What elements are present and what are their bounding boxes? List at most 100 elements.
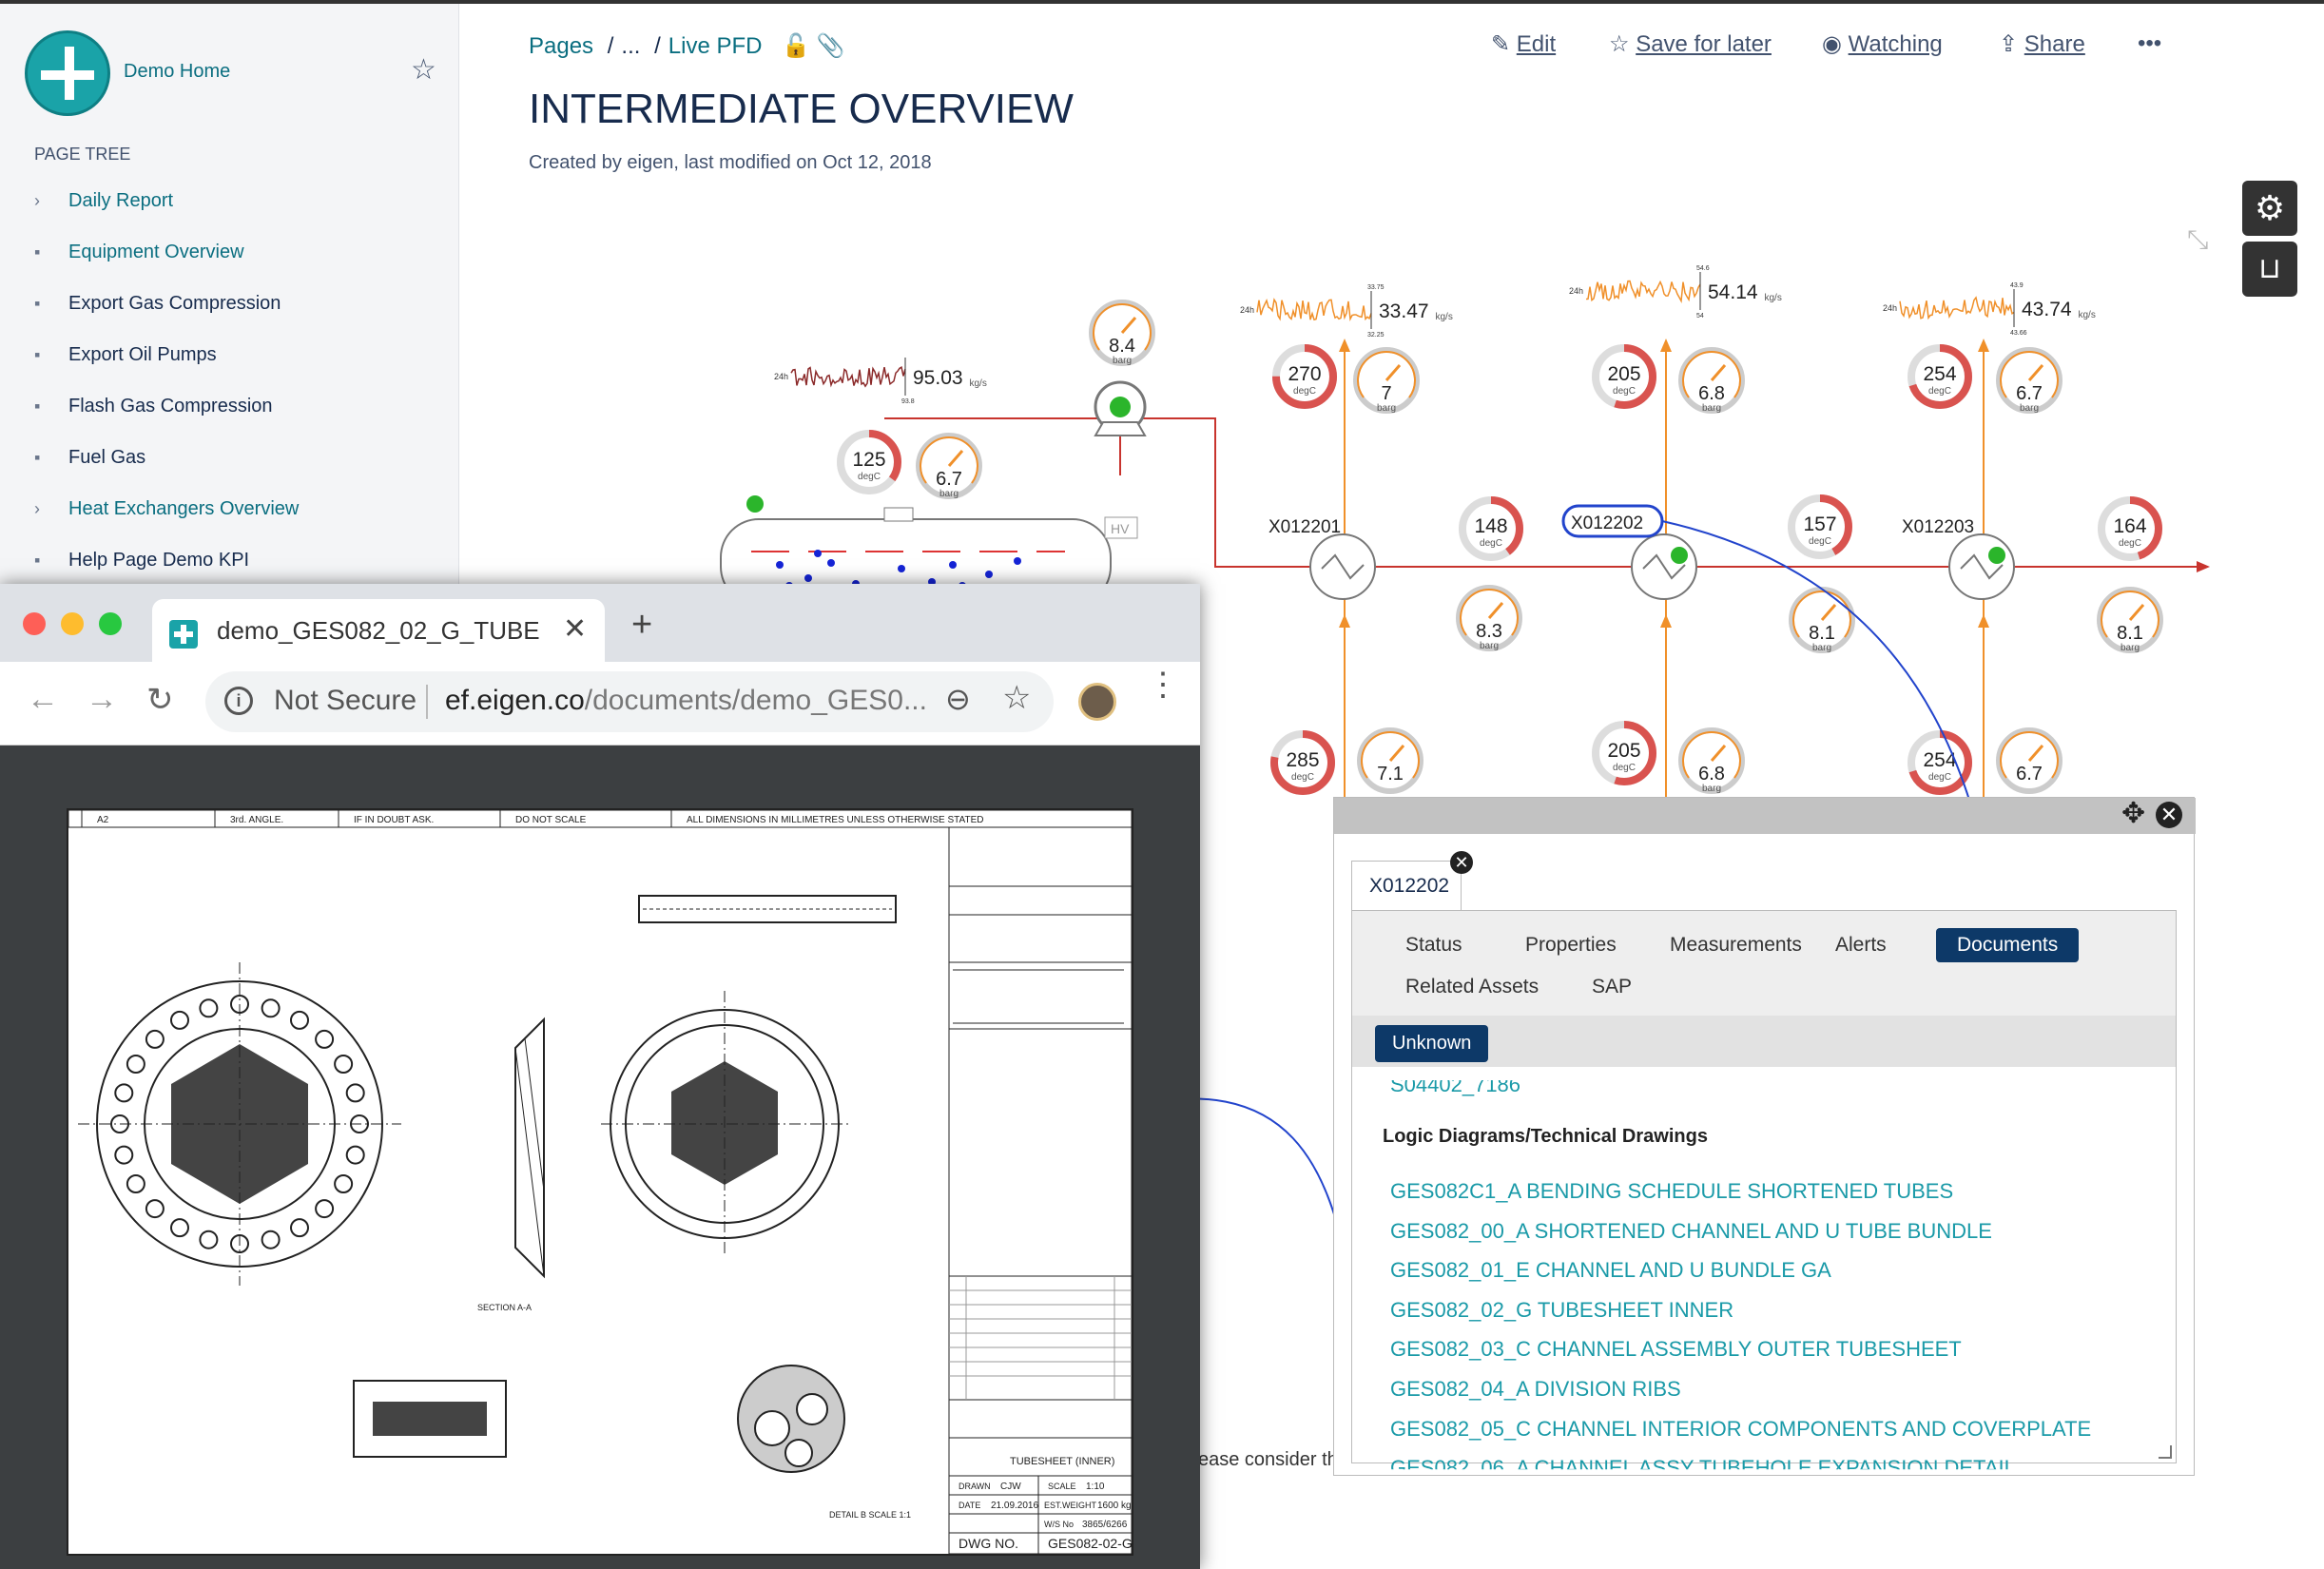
groove-detail [353,1380,507,1458]
browser-toolbar: ← → ↻ i Not Secure ef.eigen.co/documents… [0,662,1200,746]
subtab-documents[interactable]: Documents [1936,928,2080,962]
drawing-header-cell: 3rd. ANGLE. [230,815,283,825]
temperature-value: 164 [2113,515,2146,537]
info-icon[interactable]: i [224,687,253,715]
zoom-icon[interactable]: ⊖ [945,681,971,717]
pressure-gauge[interactable]: 8.4barg [1089,300,1155,366]
resize-handle[interactable] [2159,1445,2172,1459]
pressure-unit: barg [2020,403,2039,414]
svg-text:DRAWN: DRAWN [959,1482,991,1491]
temperature-gauge[interactable]: 205degC [1592,721,1656,785]
subtab-properties[interactable]: Properties [1525,934,1617,957]
heat-exchanger[interactable]: X012202 [1561,504,1697,600]
temperature-value: 205 [1607,363,1640,385]
pressure-gauge[interactable]: 6.8barg [1678,727,1745,794]
pressure-gauge[interactable]: 6.8barg [1678,347,1745,414]
profile-avatar[interactable] [1078,683,1116,721]
temperature-gauge[interactable]: 164degC [2098,496,2162,561]
detail-b-label: DETAIL B SCALE 1:1 [829,1510,911,1520]
new-tab-button[interactable]: + [631,607,652,643]
temperature-gauge[interactable]: 205degC [1592,344,1656,409]
close-panel-icon[interactable]: ✕ [2156,802,2182,828]
document-link[interactable]: GES082_01_E CHANNEL AND U BUNDLE GA [1390,1258,1831,1283]
heat-exchangers: X012201 X012202 X012203 [1269,504,2015,600]
heat-exchanger[interactable]: X012203 [1902,517,2015,600]
document-filter-bar: Unknown [1352,1016,2176,1067]
exchanger-tag[interactable]: X012203 [1902,517,1974,537]
filter-unknown-button[interactable]: Unknown [1375,1025,1489,1062]
temperature-unit: degC [2119,538,2141,549]
svg-text:DATE: DATE [959,1501,980,1510]
document-link[interactable]: GES082_03_C CHANNEL ASSEMBLY OUTER TUBES… [1390,1337,1962,1362]
trend-window: 24h [1240,305,1254,315]
flow-trend[interactable]: 24h 54.14 kg/s 54.6 54 [1569,265,1782,320]
temperature-gauge[interactable]: 157degC [1788,494,1852,559]
move-icon[interactable]: ✥ [2121,800,2145,828]
svg-text:SCALE: SCALE [1048,1482,1076,1491]
subtab-status[interactable]: Status [1405,934,1462,957]
document-link[interactable]: GES082_05_C CHANNEL INTERIOR COMPONENTS … [1390,1417,2091,1442]
pressure-unit: barg [1480,641,1499,651]
trend-range-high: 54.6 [1696,265,1710,272]
pressure-gauge[interactable]: 6.7 [1996,727,2063,794]
url-text[interactable]: ef.eigen.co/documents/demo_GES0... [445,685,927,717]
reload-button[interactable]: ↻ [146,681,174,719]
browser-tab[interactable]: demo_GES082_02_G_TUBESHEET ✕ [152,599,605,662]
pressure-gauge[interactable]: 8.1barg [1789,587,1855,653]
pressure-gauge[interactable]: 7.1 [1357,727,1423,794]
forward-button[interactable]: → [86,681,118,718]
subtab-sap[interactable]: SAP [1592,976,1632,998]
drawing-header-cell: DO NOT SCALE [515,815,587,825]
document-link[interactable]: GES082_04_A DIVISION RIBS [1390,1377,1681,1402]
flow-trend[interactable]: 24h 43.74 kg/s 43.9 43.66 [1883,282,2096,337]
section-view: SECTION A-A [477,1017,545,1312]
flow-trend[interactable]: 24h 33.47 kg/s 33.75 32.25 [1240,284,1453,339]
temperature-gauge[interactable]: 254degC [1908,730,1972,795]
asset-tab[interactable]: X012202 [1351,861,1462,912]
trend-window: 24h [1569,286,1583,296]
close-tab-icon[interactable]: ✕ [563,612,587,646]
subtab-related-assets[interactable]: Related Assets [1405,976,1539,998]
pump[interactable] [1094,380,1147,436]
temperature-gauge[interactable]: 285degC [1270,730,1335,795]
close-asset-tab-icon[interactable]: ✕ [1450,851,1473,874]
close-window-button[interactable] [23,612,46,635]
pressure-gauge[interactable]: 7barg [1353,347,1420,414]
panel-header[interactable]: ✥ ✕ [1334,798,2196,834]
temperature-gauge[interactable]: 254degC [1908,344,1972,409]
exchanger-tag[interactable]: X012201 [1269,517,1341,537]
bookmark-star-icon[interactable]: ☆ [1002,679,1031,717]
flow-trend[interactable]: 24h 95.03 kg/s 93.8 [774,358,987,405]
subtab-alerts[interactable]: Alerts [1835,934,1887,957]
tab-strip: demo_GES082_02_G_TUBESHEET ✕ + [0,584,1200,662]
document-link[interactable]: S04402_7186 [1390,1080,1520,1097]
pressure-gauge[interactable]: 6.7barg [916,433,982,499]
browser-menu-button[interactable]: ⋮ [1147,668,1179,701]
flow-value: 43.74 [2022,299,2072,320]
zoom-window-button[interactable] [99,612,122,635]
temperature-gauge[interactable]: 270degC [1272,344,1337,409]
document-link[interactable]: GES082_00_A SHORTENED CHANNEL AND U TUBE… [1390,1219,1992,1244]
security-indicator[interactable]: Not Secure [274,685,416,717]
drawn-by: CJW [1000,1482,1021,1492]
pressure-gauge[interactable]: 8.1barg [2097,587,2163,653]
back-button[interactable]: ← [27,681,59,718]
subtab-measurements[interactable]: Measurements [1670,934,1802,957]
document-link[interactable]: GES082_02_G TUBESHEET INNER [1390,1298,1733,1323]
asset-panel: ✥ ✕ X012202 ✕ Status Properties Measuremen… [1333,797,2196,1476]
minimize-window-button[interactable] [61,612,84,635]
temperature-unit: degC [1480,538,1502,549]
heat-exchanger[interactable]: X012201 [1269,517,1376,600]
address-bar[interactable]: i Not Secure ef.eigen.co/documents/demo_… [205,671,1054,732]
exchanger-tag[interactable]: X012202 [1571,513,1643,533]
trend-range-high: 33.75 [1367,284,1385,291]
temperature-gauge[interactable]: 125degC [837,430,901,494]
temperature-value: 270 [1288,363,1321,385]
temperature-unit: degC [1809,536,1831,547]
pressure-gauge[interactable]: 6.7barg [1996,347,2063,414]
flow-arrow [1978,614,1989,628]
pressure-gauge[interactable]: 8.3barg [1456,585,1522,651]
temperature-gauge[interactable]: 148degC [1459,496,1523,561]
temperature-unit: degC [1928,772,1951,783]
document-link[interactable]: GES082C1_A BENDING SCHEDULE SHORTENED TU… [1390,1179,1953,1204]
